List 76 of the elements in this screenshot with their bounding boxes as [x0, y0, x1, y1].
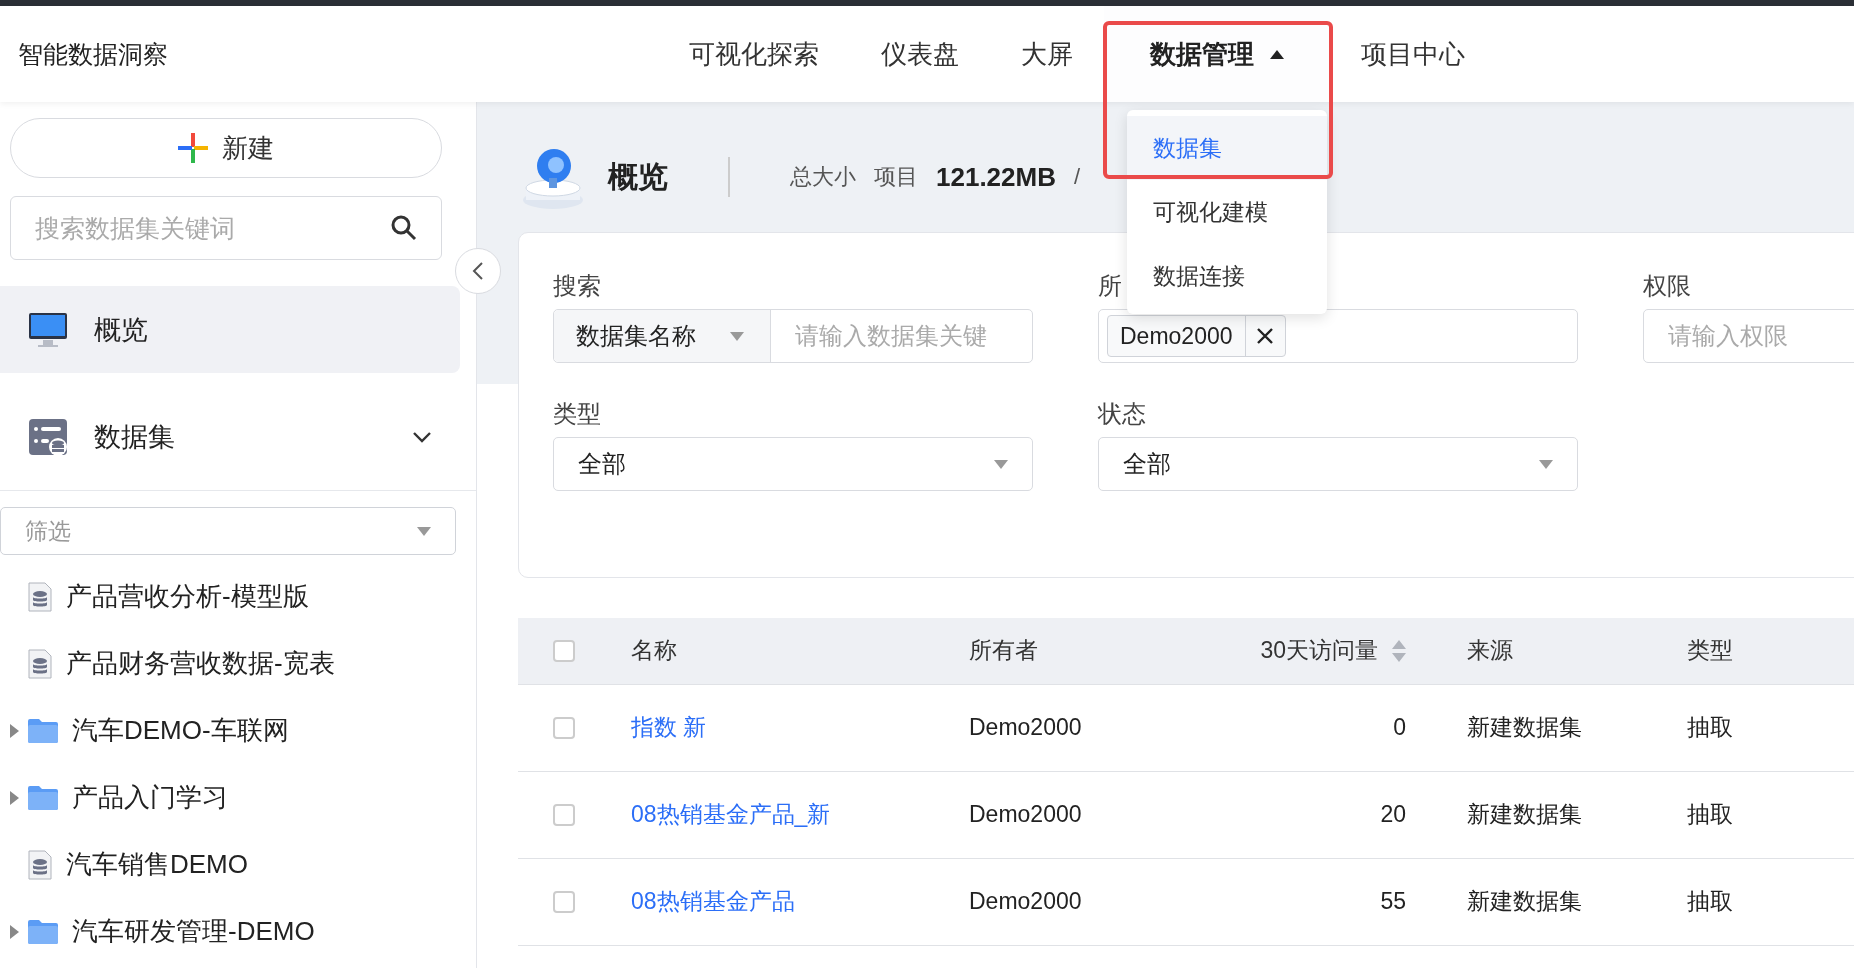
column-header: 来源: [1467, 636, 1513, 666]
caret-icon: [417, 526, 431, 536]
nav-tab[interactable]: 大屏: [990, 6, 1104, 102]
separator-text: /: [1073, 164, 1081, 190]
table-cell: 新建数据集: [1467, 801, 1582, 827]
database-file-icon: [28, 581, 52, 612]
column-header: 类型: [1687, 636, 1733, 666]
nav-tab[interactable]: 可视化探索: [658, 6, 850, 102]
stat-value: 121.22MB: [936, 161, 1056, 193]
tree-item[interactable]: 汽车研发管理-DEMO: [0, 898, 476, 965]
sort-icon: [1392, 639, 1406, 662]
caret-icon: [994, 459, 1008, 469]
monitor-icon: [28, 311, 68, 348]
menu-item[interactable]: 数据连接: [1127, 244, 1327, 308]
search-icon: [391, 215, 417, 241]
chevron-icon: [412, 430, 432, 443]
table-cell: 新建数据集: [1467, 888, 1582, 914]
dataset-link[interactable]: 指数 新: [631, 714, 707, 740]
table-cell: 新建数据集: [1467, 714, 1582, 740]
folder-icon: [28, 919, 58, 944]
dataset-link[interactable]: 08热销基金产品: [631, 888, 795, 914]
search-by-select[interactable]: 数据集名称: [554, 310, 771, 362]
tree-item[interactable]: 产品入门学习: [0, 764, 476, 831]
field-label: 所: [1098, 271, 1122, 301]
stat-label: 项目: [874, 163, 918, 191]
caret-icon: [1270, 49, 1284, 59]
tree-item[interactable]: 汽车DEMO-车联网: [0, 697, 476, 764]
caret-icon: [1539, 459, 1553, 469]
database-file-icon: [28, 849, 52, 880]
field-label: 搜索: [553, 271, 601, 301]
chevron-icon: [472, 261, 484, 281]
plus-icon: [178, 133, 208, 163]
column-header: 名称: [631, 636, 677, 666]
table-cell: Demo2000: [969, 801, 1082, 827]
field-label: 状态: [1098, 399, 1146, 429]
menu-item[interactable]: 数据集: [1127, 116, 1327, 180]
nav-tab[interactable]: 项目中心: [1330, 6, 1496, 102]
owner-field[interactable]: Demo2000: [1098, 309, 1578, 363]
folder-icon: [28, 718, 58, 743]
database-file-icon: [28, 648, 52, 679]
menu-item[interactable]: 可视化建模: [1127, 180, 1327, 244]
stat-label: 总大小: [790, 163, 856, 191]
checkbox[interactable]: [553, 803, 575, 826]
caret-icon: [730, 331, 744, 341]
checkbox[interactable]: [553, 716, 575, 739]
status-select[interactable]: 全部: [1098, 437, 1578, 491]
table-cell: 抽取: [1687, 801, 1733, 827]
table-cell: 抽取: [1687, 888, 1733, 914]
table-cell: 20: [1380, 801, 1406, 827]
new-button[interactable]: 新建: [10, 118, 442, 178]
tree-item[interactable]: 产品营收分析-模型版: [0, 563, 476, 630]
table-cell: Demo2000: [969, 714, 1082, 740]
collapse-button[interactable]: [455, 248, 501, 294]
table-cell: 抽取: [1687, 714, 1733, 740]
nav-tab[interactable]: 仪表盘: [850, 6, 990, 102]
folder-icon: [28, 785, 58, 810]
column-header[interactable]: 30天访问量: [1260, 635, 1406, 667]
field-label: 类型: [553, 399, 601, 429]
column-header: 所有者: [969, 636, 1038, 666]
app-title: 智能数据洞察: [18, 38, 169, 70]
table-cell: 0: [1393, 714, 1406, 740]
table-cell: 55: [1380, 888, 1406, 914]
checkbox[interactable]: [553, 890, 575, 913]
dataset-link[interactable]: 08热销基金产品_新: [631, 801, 831, 827]
page-title: 概览: [608, 158, 668, 195]
nav-tab[interactable]: 数据管理: [1104, 6, 1330, 102]
sidebar-item[interactable]: 数据集: [0, 393, 460, 480]
owner-tag: Demo2000: [1107, 315, 1286, 357]
field-label: 权限: [1643, 271, 1691, 301]
type-select[interactable]: 全部: [553, 437, 1033, 491]
database-list-icon: [28, 416, 68, 457]
sidebar-item[interactable]: 概览: [0, 286, 460, 373]
tree-item[interactable]: 汽车销售DEMO: [0, 831, 476, 898]
checkbox[interactable]: [553, 639, 575, 662]
tree-item[interactable]: 产品财务营收数据-宽表: [0, 630, 476, 697]
table-cell: Demo2000: [969, 888, 1082, 914]
